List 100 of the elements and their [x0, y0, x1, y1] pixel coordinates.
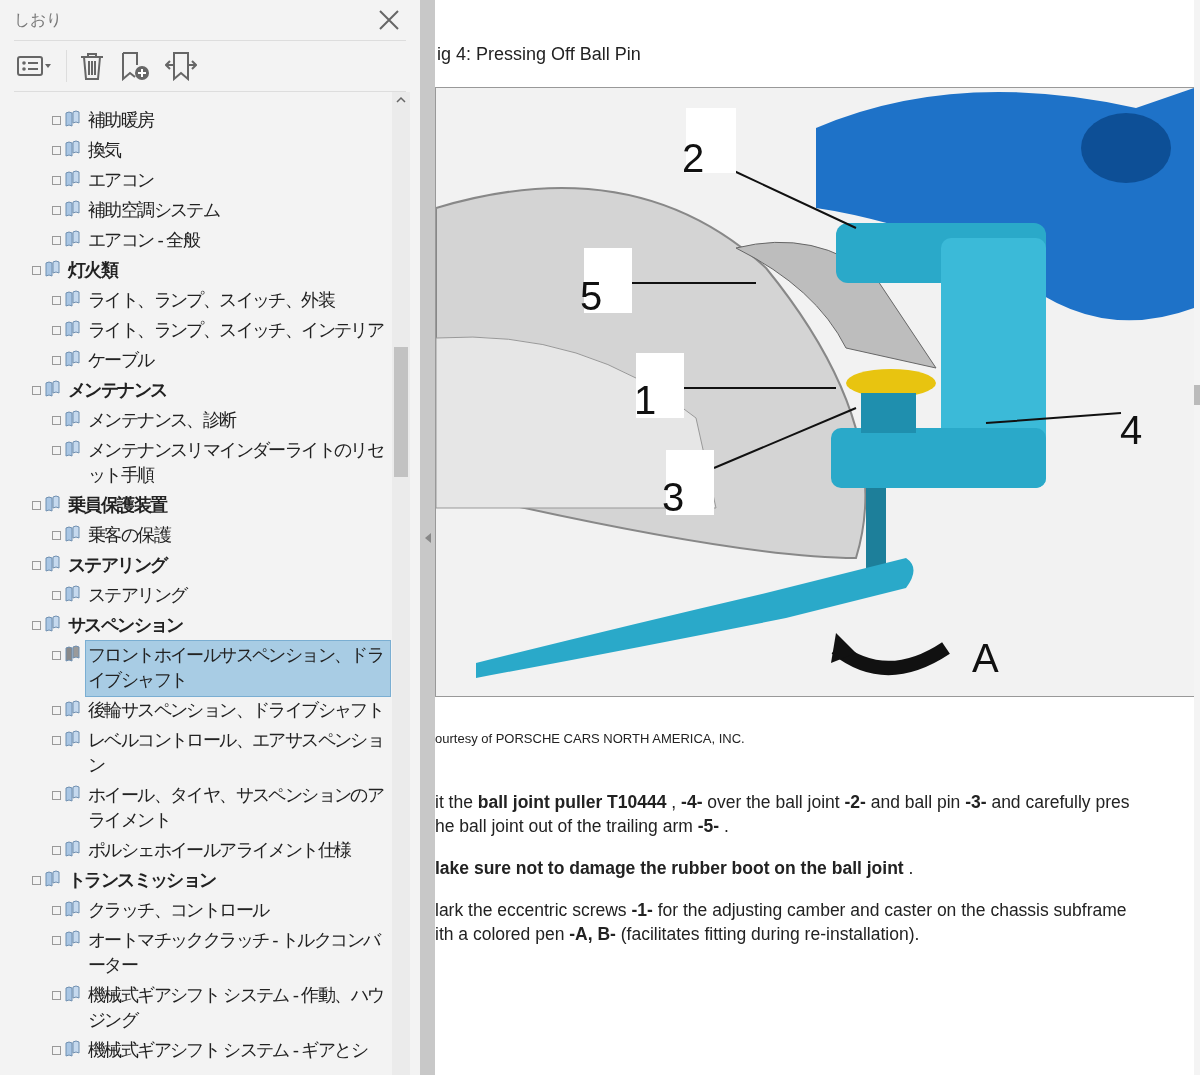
expander-icon[interactable]: [52, 236, 61, 245]
expander-icon[interactable]: [32, 561, 41, 570]
bookmark-icon: [64, 1040, 82, 1058]
bookmark-item[interactable]: ライト、ランプ、スイッチ、インテリア: [86, 316, 386, 346]
bookmark-item[interactable]: ケーブル: [86, 346, 156, 376]
expander-icon[interactable]: [52, 146, 61, 155]
bookmark-icon: [64, 930, 82, 948]
instruction-line: ith a colored pen -A, B- (facilitates fitting during re-installation).: [435, 923, 921, 946]
expander-icon[interactable]: [32, 501, 41, 510]
expander-icon[interactable]: [52, 326, 61, 335]
bookmark-item[interactable]: メンテナンス: [66, 376, 169, 406]
bookmark-icon: [64, 200, 82, 218]
expander-icon[interactable]: [52, 706, 61, 715]
panel-title: しおり: [14, 9, 62, 31]
expander-icon[interactable]: [52, 176, 61, 185]
expander-icon[interactable]: [32, 876, 41, 885]
callout-label: 2: [682, 135, 705, 182]
bookmark-item[interactable]: 乗員保護装置: [66, 491, 169, 521]
expander-icon[interactable]: [52, 846, 61, 855]
scrollbar[interactable]: [392, 92, 410, 1075]
bookmark-icon: [64, 290, 82, 308]
bookmark-item[interactable]: サスペンション: [66, 611, 185, 641]
expander-icon[interactable]: [52, 991, 61, 1000]
bookmark-item[interactable]: 補助空調システム: [86, 196, 222, 226]
bookmark-icon: [44, 555, 62, 573]
bookmark-item[interactable]: エアコン - 全般: [86, 226, 202, 256]
image-credit: ourtesy of PORSCHE CARS NORTH AMERICA, INC.: [435, 731, 746, 746]
expander-icon[interactable]: [52, 116, 61, 125]
bookmark-icon: [64, 985, 82, 1003]
callout-label: 1: [634, 377, 657, 424]
bookmark-icon: [64, 140, 82, 158]
callout-label: 3: [662, 474, 685, 521]
bookmark-icon: [64, 350, 82, 368]
expander-icon[interactable]: [52, 356, 61, 365]
expand-bookmark-button[interactable]: [163, 49, 199, 83]
expander-icon[interactable]: [52, 206, 61, 215]
figure-title: ig 4: Pressing Off Ball Pin: [437, 44, 642, 65]
expander-icon[interactable]: [52, 1046, 61, 1055]
bookmark-item[interactable]: クラッチ、コントロール: [86, 896, 271, 926]
scrollbar-thumb[interactable]: [394, 347, 408, 477]
bookmark-icon: [64, 410, 82, 428]
bookmark-item[interactable]: ライト、ランプ、スイッチ、外装: [86, 286, 336, 316]
bookmark-item[interactable]: メンテナンスリマインダーライトのリセット手順: [86, 436, 390, 491]
expander-icon[interactable]: [32, 621, 41, 630]
bookmark-icon: [44, 495, 62, 513]
instruction-line: lake sure not to damage the rubber boot on the ball joint .: [435, 857, 915, 880]
instruction-line: he ball joint out of the trailing arm -5- .: [435, 815, 730, 838]
bookmark-icon: [64, 230, 82, 248]
bookmark-icon: [64, 440, 82, 458]
bookmark-icon: [64, 110, 82, 128]
bookmark-item[interactable]: 機械式ギアシフト システム - ギアとシ: [86, 1036, 369, 1066]
bookmark-item[interactable]: レベルコントロール、エアサスペンション: [86, 726, 390, 781]
bookmark-icon: [44, 380, 62, 398]
expander-icon[interactable]: [52, 591, 61, 600]
bookmark-icon: [64, 645, 82, 663]
bookmark-icon: [44, 260, 62, 278]
expander-icon[interactable]: [52, 416, 61, 425]
bookmark-item[interactable]: 灯火類: [66, 256, 120, 286]
bookmark-icon: [64, 320, 82, 338]
expander-icon[interactable]: [32, 386, 41, 395]
expander-icon[interactable]: [52, 736, 61, 745]
bookmark-item[interactable]: オートマチッククラッチ - トルクコンバーター: [86, 926, 390, 981]
callout-label: A: [972, 635, 999, 682]
expander-icon[interactable]: [52, 651, 61, 660]
bookmark-item[interactable]: 機械式ギアシフト システム - 作動、ハウジング: [86, 981, 390, 1036]
callout-label: 4: [1120, 407, 1143, 454]
bookmark-icon: [64, 700, 82, 718]
expander-icon[interactable]: [52, 906, 61, 915]
expander-icon[interactable]: [32, 266, 41, 275]
scrollbar-thumb[interactable]: [1194, 385, 1200, 405]
bookmark-item[interactable]: ポルシェホイールアライメント仕様: [86, 836, 353, 866]
bookmark-icon: [64, 900, 82, 918]
bookmark-icon: [64, 785, 82, 803]
expander-icon[interactable]: [52, 531, 61, 540]
collapse-arrow-icon[interactable]: [424, 532, 431, 543]
bookmark-item[interactable]: 後輪サスペンション、ドライブシャフト: [86, 696, 386, 726]
bookmark-icon: [64, 585, 82, 603]
bookmark-icon: [64, 730, 82, 748]
bookmark-item[interactable]: メンテナンス、診断: [86, 406, 238, 436]
bookmark-item[interactable]: ホイール、タイヤ、サスペンションのアライメント: [86, 781, 390, 836]
expander-icon[interactable]: [52, 791, 61, 800]
bookmark-item[interactable]: トランスミッション: [66, 866, 218, 896]
expander-icon[interactable]: [52, 446, 61, 455]
bookmark-item[interactable]: ステアリング: [86, 581, 189, 611]
expander-icon[interactable]: [52, 296, 61, 305]
instruction-line: it the ball joint puller T10444 , -4- over the ball joint -2- and ball pin -3- and carefully pres: [435, 791, 1131, 814]
instruction-line: lark the eccentric screws -1- for the adjusting camber and caster on the chassis subframe: [435, 899, 1128, 922]
bookmark-item[interactable]: ステアリング: [66, 551, 169, 581]
bookmark-item[interactable]: 換気: [86, 136, 123, 166]
expander-icon[interactable]: [52, 936, 61, 945]
bookmark-icon: [64, 840, 82, 858]
bookmark-icon: [64, 170, 82, 188]
callout-label: 5: [580, 273, 603, 320]
bookmark-icon: [64, 525, 82, 543]
scroll-up-icon[interactable]: [395, 96, 407, 104]
bookmark-item[interactable]: エアコン: [86, 166, 156, 196]
bookmark-icon: [44, 870, 62, 888]
bookmark-item[interactable]: 乗客の保護: [86, 521, 172, 551]
bookmark-item[interactable]: フロントホイールサスペンション、ドライブシャフト: [86, 641, 390, 696]
bookmark-item[interactable]: 補助暖房: [86, 106, 156, 136]
